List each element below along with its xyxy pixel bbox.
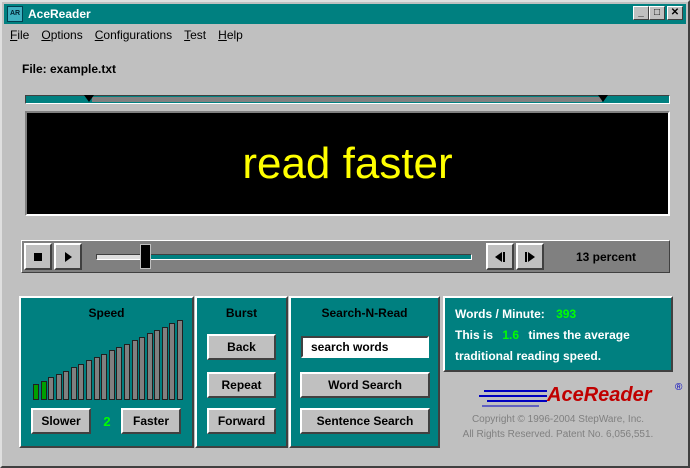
speed-level-bar[interactable] [139,337,146,400]
registered-mark: ® [675,382,683,393]
reading-display: read faster [25,111,670,216]
speed-level-bar[interactable] [70,367,77,400]
slider-thumb[interactable] [140,244,151,269]
reading-range-selection [92,97,602,102]
minimize-icon[interactable]: _ [633,6,649,20]
speed-level-bar[interactable] [93,357,100,400]
wpm-value: 393 [556,307,577,321]
stop-button[interactable] [24,243,52,270]
logo-speed-lines-icon [479,390,547,407]
title-bar[interactable]: AR AceReader _ □ ✕ [4,4,686,24]
menu-bar: File Options Configurations Test Help [4,26,249,44]
range-start-marker-icon[interactable] [84,95,94,102]
copyright-line-1: Copyright © 1996-2004 StepWare, Inc. [471,414,645,425]
position-slider[interactable] [84,243,484,270]
display-text: read faster [242,138,453,188]
menu-options-label: ptions [50,28,83,42]
step-back-icon [495,251,505,262]
menu-test[interactable]: Test [178,26,212,44]
speed-level-bar[interactable] [101,354,108,400]
speed-level-bar[interactable] [78,364,85,400]
brand-area: AceReader ® Copyright © 1996-2004 StepWa… [443,374,683,448]
play-button[interactable] [54,243,82,270]
speed-level-bar[interactable] [116,347,123,400]
back-button[interactable]: Back [207,334,276,360]
playback-controls: 13 percent [21,240,670,273]
menu-help-label: elp [226,28,243,42]
sentence-search-button[interactable]: Sentence Search [300,408,430,434]
wpm-line: Words / Minute: 393 [455,304,661,325]
stop-icon [34,252,42,261]
burst-panel: Burst Back Repeat Forward [195,296,288,448]
range-end-marker-icon[interactable] [598,95,608,102]
speed-level-bar[interactable] [86,360,93,400]
speed-level-bar[interactable] [55,374,62,400]
speed-level-bar[interactable] [161,327,168,400]
acereader-window: AR AceReader _ □ ✕ File Options Configur… [0,0,690,468]
speed-level-bar[interactable] [177,320,183,400]
speed-level-bars[interactable] [33,320,183,400]
copyright-line-2: All Rights Reserved. Patent No. 6,056,55… [462,429,654,440]
menu-configurations[interactable]: Configurations [89,26,178,44]
speed-level-bar[interactable] [108,350,115,400]
play-icon [65,251,72,262]
menu-configurations-label: onfigurations [103,28,173,42]
multiplier-line: This is 1.6 times the average [455,325,661,346]
speed-level-bar[interactable] [169,323,176,400]
speed-level-bar[interactable] [146,333,153,400]
speed-level-bar[interactable] [33,384,39,400]
speed-panel: Speed Slower 2 Faster [19,296,194,448]
copyright-text: Copyright © 1996-2004 StepWare, Inc. All… [443,412,673,442]
menu-file[interactable]: File [4,26,35,44]
menu-help-accel: H [218,28,227,42]
burst-title: Burst [225,306,258,320]
this-is-text: This is [455,328,494,342]
speed-title: Speed [88,306,125,320]
speed-level-bar[interactable] [131,340,138,400]
app-icon[interactable]: AR [7,6,23,22]
faster-button[interactable]: Faster [121,408,181,434]
speed-level-bar[interactable] [48,377,55,400]
menu-options[interactable]: Options [35,26,88,44]
step-back-button[interactable] [486,243,514,270]
menu-test-label: est [190,28,207,42]
word-search-button[interactable]: Word Search [300,372,430,398]
file-label: File: example.txt [22,62,117,76]
reading-range-bar[interactable] [25,95,670,104]
slider-track [96,254,472,260]
speed-level-bar[interactable] [63,371,70,400]
forward-button[interactable]: Forward [207,408,276,434]
step-forward-button[interactable] [516,243,544,270]
menu-options-accel: O [41,28,51,42]
wpm-label: Words / Minute: [455,307,545,321]
reading-stats-panel: Words / Minute: 393 This is 1.6 times th… [443,296,673,372]
maximize-icon[interactable]: □ [649,6,665,20]
percent-readout: 13 percent [544,243,668,270]
multiplier-value: 1.6 [502,328,520,342]
search-n-read-panel: Search-N-Read Word Search Sentence Searc… [289,296,440,448]
speed-level-value: 2 [103,414,111,429]
window-title: AceReader [28,7,91,21]
search-title: Search-N-Read [321,306,408,320]
speed-level-bar[interactable] [123,344,130,400]
menu-help[interactable]: Help [212,26,249,44]
step-forward-icon [525,251,535,262]
speed-level-bar[interactable] [40,381,47,400]
slider-progress [97,255,146,259]
traditional-text: traditional reading speed. [455,349,602,363]
search-input[interactable] [301,336,429,358]
close-icon[interactable]: ✕ [667,6,683,20]
times-text: times the average [528,328,630,342]
menu-file-label: ile [17,28,30,42]
slower-button[interactable]: Slower [31,408,91,434]
repeat-button[interactable]: Repeat [207,372,276,398]
acereader-logo: AceReader ® [479,380,682,408]
speed-level-bar[interactable] [154,330,161,400]
logo-text: AceReader [547,384,652,406]
